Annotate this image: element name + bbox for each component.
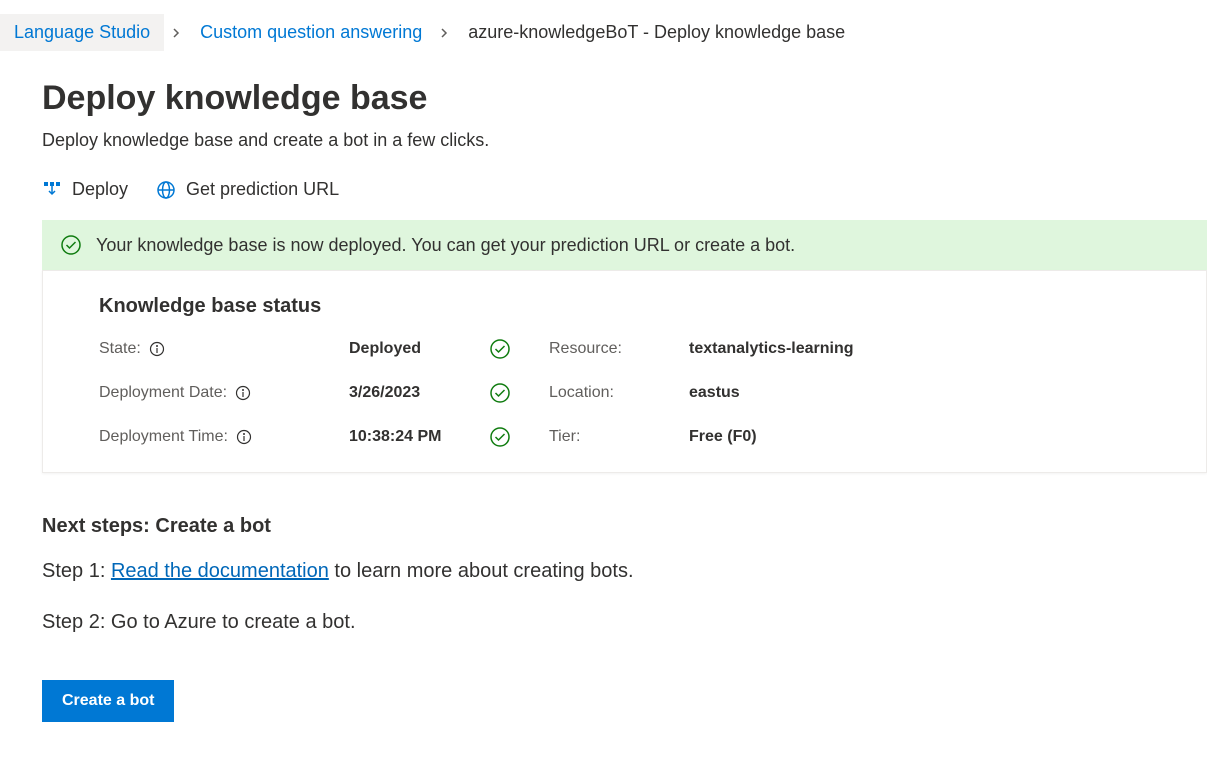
checkmark-circle-icon <box>60 234 82 256</box>
chevron-right-icon <box>440 28 450 38</box>
next-steps-section: Next steps: Create a bot Step 1: Read th… <box>0 473 1207 634</box>
info-icon[interactable] <box>235 385 251 401</box>
checkmark-circle-icon <box>489 426 549 448</box>
state-label: State: <box>99 340 349 358</box>
resource-label: Resource: <box>549 340 689 358</box>
breadcrumb-current: azure-knowledgeBoT - Deploy knowledge ba… <box>458 22 855 43</box>
create-a-bot-button[interactable]: Create a bot <box>42 680 174 722</box>
checkmark-circle-icon <box>489 382 549 404</box>
status-card: Knowledge base status State: Deployed Re… <box>42 270 1207 473</box>
resource-value: textanalytics-learning <box>689 340 989 358</box>
breadcrumb-custom-qa[interactable]: Custom question answering <box>190 22 432 43</box>
status-heading: Knowledge base status <box>99 295 1150 318</box>
info-icon[interactable] <box>149 341 165 357</box>
location-value: eastus <box>689 384 989 402</box>
step-1: Step 1: Read the documentation to learn … <box>42 560 1207 583</box>
get-prediction-url-label: Get prediction URL <box>186 179 339 200</box>
deployment-time-label: Deployment Time: <box>99 428 349 446</box>
deploy-button-label: Deploy <box>72 179 128 200</box>
read-documentation-link[interactable]: Read the documentation <box>111 560 329 582</box>
page-title: Deploy knowledge base <box>42 79 1207 118</box>
breadcrumb: Language Studio Custom question answerin… <box>0 0 1207 65</box>
tier-label: Tier: <box>549 428 689 446</box>
info-icon[interactable] <box>236 429 252 445</box>
page-subtitle: Deploy knowledge base and create a bot i… <box>42 130 1207 151</box>
success-banner: Your knowledge base is now deployed. You… <box>42 220 1207 270</box>
get-prediction-url-button[interactable]: Get prediction URL <box>156 179 339 200</box>
step-2: Step 2: Go to Azure to create a bot. <box>42 611 1207 634</box>
chevron-right-icon <box>172 28 182 38</box>
deploy-button[interactable]: Deploy <box>42 179 128 200</box>
toolbar: Deploy Get prediction URL <box>0 179 1207 220</box>
banner-message: Your knowledge base is now deployed. You… <box>96 235 795 256</box>
deployment-date-value: 3/26/2023 <box>349 384 489 402</box>
tier-value: Free (F0) <box>689 428 989 446</box>
globe-icon <box>156 180 176 200</box>
deployment-date-label: Deployment Date: <box>99 384 349 402</box>
checkmark-circle-icon <box>489 338 549 360</box>
deployment-time-value: 10:38:24 PM <box>349 428 489 446</box>
deploy-icon <box>42 180 62 200</box>
location-label: Location: <box>549 384 689 402</box>
state-value: Deployed <box>349 340 489 358</box>
breadcrumb-language-studio[interactable]: Language Studio <box>0 14 164 51</box>
next-steps-heading: Next steps: Create a bot <box>42 515 1207 538</box>
